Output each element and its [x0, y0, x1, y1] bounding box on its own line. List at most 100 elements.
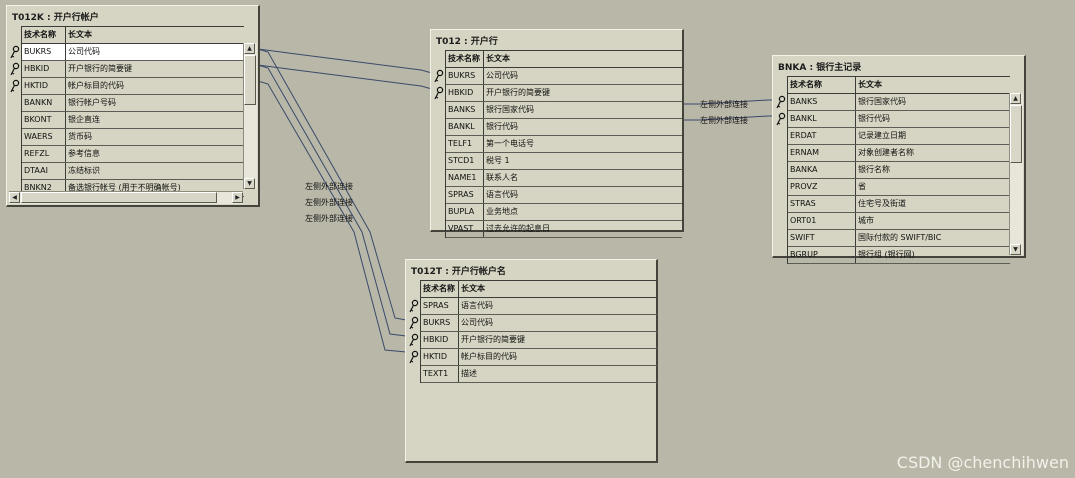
field-row[interactable]: BANKA 银行名称	[788, 162, 1010, 179]
field-long-text: 记录建立日期	[858, 131, 906, 140]
field-long-text: 银行国家代码	[486, 105, 534, 114]
relation-label: 左侧外部连接	[700, 116, 748, 125]
field-long-text: 语言代码	[486, 190, 518, 199]
field-long-text: 冻结标识	[68, 166, 100, 175]
field-long-text: 第一个电话号	[486, 139, 534, 148]
table-title: T012 : 开户行	[436, 37, 498, 47]
field-row[interactable]: VPAST 过去允许的起息日	[446, 221, 682, 238]
field-tech-name: BANKL	[788, 111, 856, 127]
key-icon	[408, 333, 420, 347]
field-row[interactable]: STRAS 住宅号及街道	[788, 196, 1010, 213]
field-tech-name: PROVZ	[788, 179, 856, 195]
field-row[interactable]: NAME1 联系人名	[446, 170, 682, 187]
scroll-right-button[interactable]: ▶	[232, 192, 243, 203]
field-row[interactable]: SWIFT 国际付款的 SWIFT/BIC	[788, 230, 1010, 247]
scroll-up-button[interactable]: ▲	[1010, 93, 1021, 104]
column-header-long-text: 长文本	[858, 80, 882, 89]
field-row[interactable]: HKTID 帐户标目的代码	[10, 78, 244, 95]
grid-header: 技术名称 长文本	[421, 281, 657, 298]
key-icon	[408, 350, 420, 364]
field-row[interactable]: HBKID 开户银行的简要键	[409, 332, 657, 349]
field-row[interactable]: BANKN 银行帐户号码	[22, 95, 244, 112]
field-row[interactable]: HBKID 开户银行的简要键	[10, 61, 244, 78]
scroll-thumb[interactable]	[1010, 105, 1022, 163]
field-long-text: 过去允许的起息日	[486, 224, 550, 233]
field-grid: 技术名称 长文本 BANKS 银行国家代码 BANKL 银行代码 ERDAT 记录建立日期…	[776, 76, 1010, 264]
field-row[interactable]: HBKID 开户银行的简要键	[434, 85, 682, 102]
key-icon	[433, 86, 445, 100]
table-window-t012[interactable]: T012 : 开户行 技术名称 长文本 BUKRS 公司代码 HBKID 开户银行的简…	[430, 29, 684, 238]
field-row[interactable]: BGRUP 银行组 (银行网)	[788, 247, 1010, 264]
scroll-up-button[interactable]: ▲	[244, 43, 255, 54]
field-row[interactable]: SPRAS 语言代码	[409, 298, 657, 315]
field-row[interactable]: PROVZ 省	[788, 179, 1010, 196]
field-tech-name: HBKID	[446, 85, 484, 101]
scroll-thumb[interactable]	[244, 55, 256, 105]
field-row[interactable]: ERNAM 对象创建者名称	[788, 145, 1010, 162]
key-icon	[775, 95, 787, 109]
relation-line-hbkid-t012	[257, 64, 433, 90]
field-long-text: 参考信息	[68, 149, 100, 158]
scroll-thumb-horizontal[interactable]	[21, 192, 217, 203]
field-tech-name: BGRUP	[788, 247, 856, 263]
table-title: T012T : 开户行帐户名	[411, 267, 506, 277]
field-long-text: 帐户标目的代码	[68, 81, 124, 90]
field-long-text: 城市	[858, 216, 874, 225]
field-long-text: 描述	[461, 369, 477, 378]
field-tech-name: DTAAI	[22, 163, 66, 179]
field-tech-name: BUKRS	[421, 315, 459, 331]
field-row[interactable]: BANKS 银行国家代码	[776, 94, 1010, 111]
field-tech-name: NAME1	[446, 170, 484, 186]
field-row[interactable]: SPRAS 语言代码	[446, 187, 682, 204]
grid-header: 技术名称 长文本	[22, 27, 244, 44]
field-tech-name: TELF1	[446, 136, 484, 152]
field-row[interactable]: BUKRS 公司代码	[409, 315, 657, 332]
field-row[interactable]: BUKRS 公司代码	[10, 44, 244, 61]
field-tech-name: TEXT1	[421, 366, 459, 382]
scroll-down-button[interactable]: ▼	[244, 178, 255, 189]
field-row[interactable]: BUKRS 公司代码	[434, 68, 682, 85]
field-long-text: 银行帐户号码	[68, 98, 116, 107]
field-row[interactable]: ORT01 城市	[788, 213, 1010, 230]
table-window-t012k[interactable]: T012K : 开户行帐户 技术名称 长文本 BUKRS 公司代码 HBKID 开户银…	[6, 5, 260, 207]
field-grid: 技术名称 长文本 BUKRS 公司代码 HBKID 开户银行的简要键 BANKS 银行国家…	[434, 50, 682, 238]
field-tech-name: ORT01	[788, 213, 856, 229]
field-long-text: 开户银行的简要键	[461, 335, 525, 344]
field-tech-name: BUKRS	[446, 68, 484, 84]
field-row[interactable]: ERDAT 记录建立日期	[788, 128, 1010, 145]
field-row[interactable]: STCD1 税号 1	[446, 153, 682, 170]
field-row[interactable]: WAERS 货币码	[22, 129, 244, 146]
field-tech-name: STRAS	[788, 196, 856, 212]
key-icon	[775, 112, 787, 126]
field-long-text: 银行国家代码	[858, 97, 906, 106]
scroll-left-button[interactable]: ◀	[9, 192, 20, 203]
field-tech-name: BANKS	[446, 102, 484, 118]
field-grid: 技术名称 长文本 SPRAS 语言代码 BUKRS 公司代码 HBKID 开户银行的简要键…	[409, 280, 657, 383]
relation-label: 左侧外部连接	[305, 182, 353, 191]
field-tech-name: BANKS	[788, 94, 856, 110]
horizontal-scrollbar[interactable]: ◀ ▶	[9, 191, 243, 204]
field-row[interactable]: TELF1 第一个电话号	[446, 136, 682, 153]
table-window-bnka[interactable]: BNKA : 银行主记录 技术名称 长文本 BANKS 银行国家代码 BANKL 银行…	[772, 55, 1026, 264]
key-icon	[408, 316, 420, 330]
table-title: BNKA : 银行主记录	[778, 63, 862, 73]
field-row[interactable]: HKTID 帐户标目的代码	[409, 349, 657, 366]
field-row[interactable]: BUPLA 业务地点	[446, 204, 682, 221]
field-row[interactable]: BANKL 银行代码	[446, 119, 682, 136]
field-row[interactable]: TEXT1 描述	[421, 366, 657, 383]
key-icon	[433, 69, 445, 83]
field-row[interactable]: DTAAI 冻结标识	[22, 163, 244, 180]
field-row[interactable]: REFZL 参考信息	[22, 146, 244, 163]
scroll-down-button[interactable]: ▼	[1010, 244, 1021, 255]
field-tech-name: BKONT	[22, 112, 66, 128]
field-row[interactable]: BANKL 银行代码	[776, 111, 1010, 128]
column-header-tech-name: 技术名称	[22, 27, 66, 43]
field-long-text: 货币码	[68, 132, 92, 141]
table-title: T012K : 开户行帐户	[12, 13, 99, 23]
vertical-scrollbar[interactable]: ▲ ▼	[243, 43, 257, 189]
field-long-text: 公司代码	[486, 71, 518, 80]
field-row[interactable]: BKONT 银企直连	[22, 112, 244, 129]
vertical-scrollbar[interactable]: ▲ ▼	[1009, 93, 1023, 255]
table-window-t012t[interactable]: T012T : 开户行帐户名 技术名称 长文本 SPRAS 语言代码 BUKRS 公司…	[405, 259, 658, 463]
field-row[interactable]: BANKS 银行国家代码	[446, 102, 682, 119]
